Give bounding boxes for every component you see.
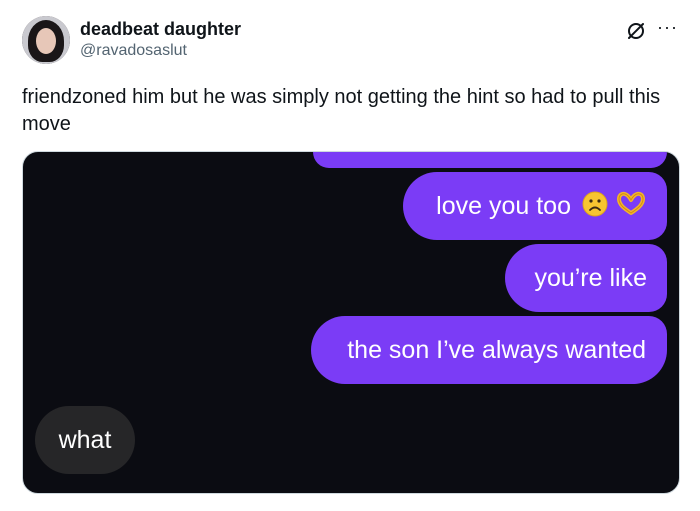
- message-text: what: [58, 425, 112, 454]
- message-text: love you too: [436, 191, 571, 220]
- avatar[interactable]: [22, 16, 70, 64]
- message-bubble-received: what: [35, 406, 135, 474]
- message-bubble-sent: love you too: [403, 172, 667, 240]
- message-bubble-sent: you’re like: [505, 244, 667, 312]
- heart-hands-emoji-icon: [615, 191, 647, 222]
- tweet-text: friendzoned him but he was simply not ge…: [22, 86, 661, 135]
- message-text: the son I’ve always wanted: [347, 335, 646, 364]
- grok-icon[interactable]: [626, 21, 646, 41]
- author-name[interactable]: deadbeat daughter: [80, 19, 241, 40]
- message-bubble-partial: [313, 152, 667, 168]
- frowning-face-emoji-icon: [581, 190, 609, 223]
- message-text: you’re like: [534, 263, 647, 292]
- tweet-card: deadbeat daughter @ravadosaslut ··· frie…: [0, 0, 700, 511]
- more-options-icon[interactable]: ···: [657, 18, 679, 40]
- tweet-media-image[interactable]: love you too you’re like the son I’ve al…: [22, 151, 680, 494]
- message-bubble-sent: the son I’ve always wanted: [311, 316, 667, 384]
- author-handle[interactable]: @ravadosaslut: [80, 42, 187, 60]
